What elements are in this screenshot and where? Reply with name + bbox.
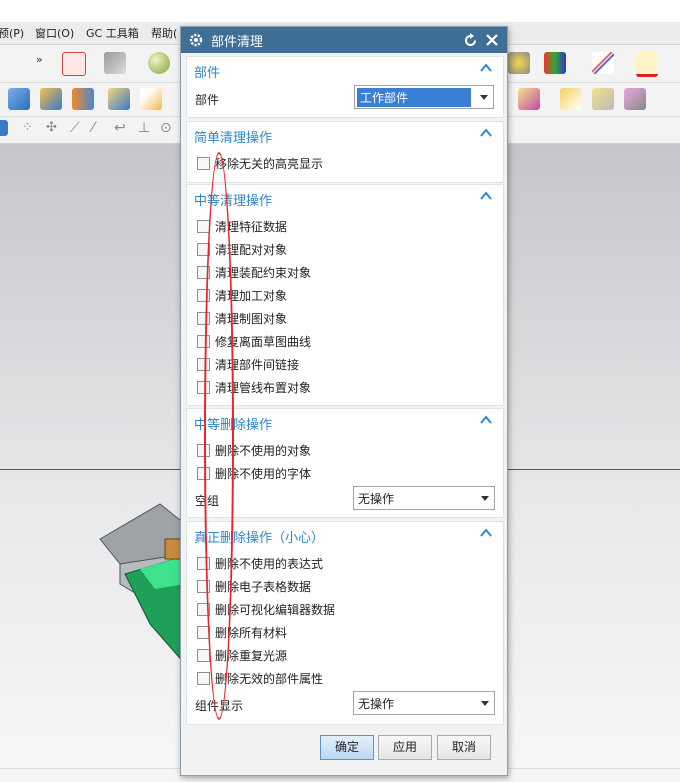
part-field-label: 部件 [195, 93, 220, 107]
arc-icon[interactable]: ↩ [114, 120, 130, 136]
axis-icon[interactable]: ⊥ [138, 120, 154, 136]
snap-icon[interactable] [544, 52, 566, 74]
section-title-medium-clean[interactable]: 中等清理操作 [194, 190, 272, 209]
chevron-up-icon[interactable] [479, 189, 493, 203]
surface-icon[interactable] [140, 88, 162, 110]
dialog-title: 部件清理 [211, 35, 264, 50]
checkbox[interactable] [197, 672, 210, 685]
gear-icon [189, 33, 203, 47]
component-icon[interactable] [72, 88, 94, 110]
chevron-down-icon [481, 496, 489, 501]
menu-item-gc-toolbox[interactable]: GC 工具箱 [86, 25, 139, 41]
highlight-annotation [204, 152, 234, 720]
box-icon[interactable] [108, 88, 130, 110]
checkbox-label: 删除无效的部件属性 [215, 672, 324, 686]
measure-icon[interactable] [636, 52, 658, 77]
more-tools-icon[interactable]: » [36, 53, 58, 75]
component-display-select[interactable]: 无操作 [353, 691, 495, 715]
menu-item-window[interactable]: 窗口(O) [35, 25, 74, 41]
point-icon[interactable]: ✣ [46, 120, 62, 136]
clip-icon[interactable] [592, 88, 614, 110]
line2-icon[interactable]: ⁄ [92, 120, 108, 136]
line-icon[interactable]: ⟋ [70, 120, 86, 136]
section-title-part[interactable]: 部件 [194, 62, 220, 81]
menu-item-preferences[interactable]: 预(P) [0, 25, 24, 41]
shaded-view-icon[interactable] [104, 52, 126, 74]
apply-button[interactable]: 应用 [378, 735, 432, 760]
point-cloud-icon[interactable]: ⁘ [22, 120, 38, 136]
chevron-up-icon[interactable] [479, 413, 493, 427]
section-medium-clean: 中等清理操作 清理特征数据 清理配对对象 清理装配约束对象 清理加工对象 清理制… [186, 184, 504, 406]
cube-icon[interactable] [0, 120, 8, 136]
checkbox[interactable] [197, 157, 210, 170]
chevron-down-icon [481, 701, 489, 706]
checkbox-label: 移除无关的高亮显示 [215, 157, 324, 171]
assembly-icon[interactable] [40, 88, 62, 110]
section-icon[interactable] [518, 88, 540, 110]
analysis-icon[interactable] [508, 52, 530, 74]
cancel-button[interactable]: 取消 [437, 735, 491, 760]
chevron-up-icon[interactable] [479, 126, 493, 140]
empty-group-select[interactable]: 无操作 [353, 486, 495, 510]
part-select[interactable]: 工作部件 [354, 85, 494, 109]
close-icon[interactable] [484, 32, 500, 48]
coordinate-icon[interactable] [592, 52, 614, 74]
view-box-icon[interactable] [560, 88, 582, 110]
empty-group-select-value: 无操作 [358, 492, 395, 506]
checkbox-label: 删除可视化编辑器数据 [215, 603, 336, 617]
dialog-titlebar[interactable]: 部件清理 [181, 27, 507, 53]
chevron-up-icon[interactable] [479, 526, 493, 540]
render-style-icon[interactable] [148, 52, 170, 74]
reset-icon[interactable] [462, 32, 479, 49]
checkbox[interactable] [197, 649, 210, 662]
circle-icon[interactable]: ⊙ [160, 120, 176, 136]
section-part: 部件 部件 工作部件 [186, 56, 504, 118]
solid-block-icon[interactable] [8, 88, 30, 110]
chevron-up-icon[interactable] [479, 61, 493, 75]
chevron-down-icon [480, 95, 488, 100]
menu-item-help[interactable]: 帮助( [151, 25, 177, 41]
section-title-simple-clean[interactable]: 简单清理操作 [194, 127, 272, 146]
fit-view-icon[interactable] [62, 52, 86, 76]
section-simple-clean: 简单清理操作 移除无关的高亮显示 [186, 121, 504, 183]
move-icon[interactable] [624, 88, 646, 110]
component-display-select-value: 无操作 [358, 697, 395, 711]
part-select-value: 工作部件 [357, 88, 471, 107]
window-top-area [0, 0, 680, 22]
ok-button[interactable]: 确定 [320, 735, 374, 760]
section-real-delete: 真正删除操作（小心） 删除不使用的表达式 删除电子表格数据 删除可视化编辑器数据… [186, 521, 504, 725]
